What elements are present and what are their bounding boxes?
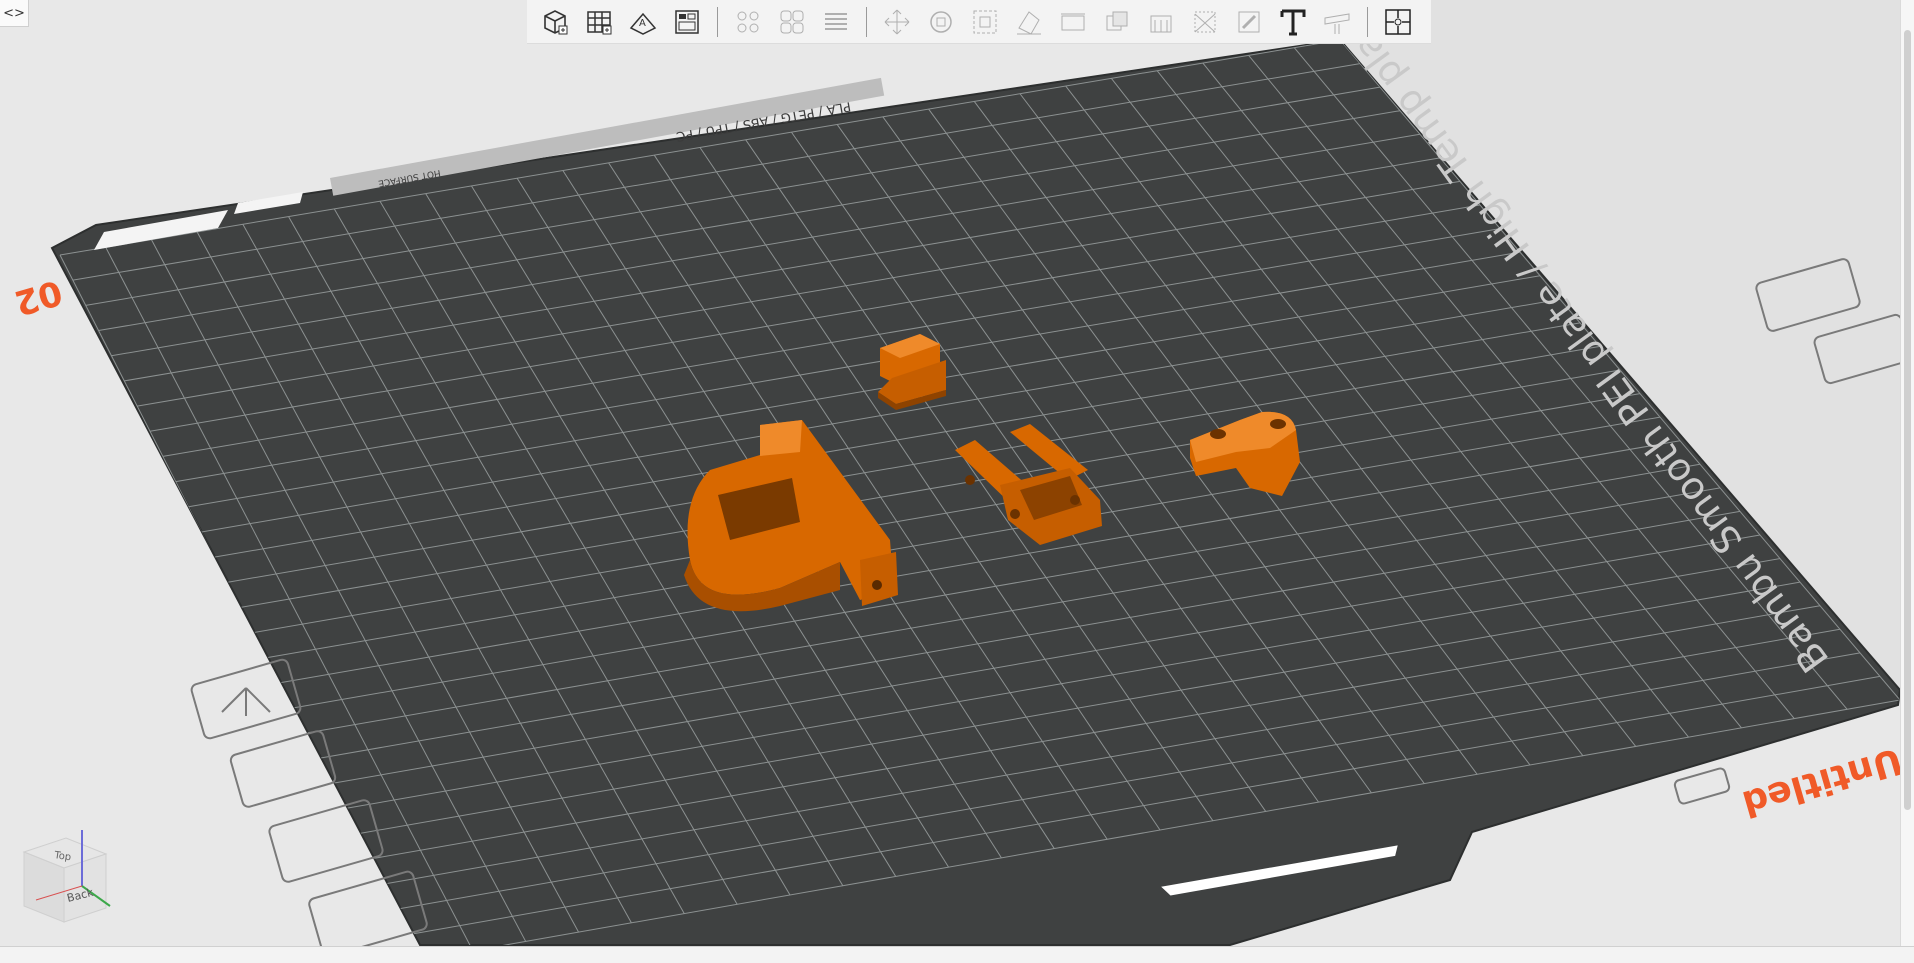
toolbar-separator [866, 6, 867, 37]
add-object-icon [544, 9, 568, 34]
arrange-icon [675, 9, 699, 34]
view-cube[interactable]: Top Back [14, 820, 114, 940]
toolbar-separator [717, 6, 718, 37]
add-object-button[interactable] [537, 4, 573, 40]
assembly-button[interactable] [1380, 4, 1416, 40]
split-objects-button[interactable] [730, 4, 766, 40]
measure-icon [1324, 12, 1350, 34]
assembly-icon [1385, 8, 1411, 35]
rotate-button[interactable] [923, 4, 959, 40]
scroll-thumb[interactable] [1904, 30, 1911, 810]
3d-viewport[interactable]: Bambu Smooth PEI plate / High Temp plate… [0, 0, 1914, 962]
split-objects-icon [737, 11, 759, 32]
seam-paint-icon [1194, 11, 1216, 32]
seam-paint-button[interactable] [1187, 4, 1223, 40]
support-paint-icon [1150, 15, 1172, 32]
auto-orient-button[interactable]: A [625, 4, 661, 40]
arrange-button[interactable] [669, 4, 705, 40]
color-paint-button[interactable] [1231, 4, 1267, 40]
rotate-icon [930, 10, 952, 33]
layers-icon [825, 12, 847, 30]
text-button[interactable] [1275, 4, 1311, 40]
top-toolbar: A [527, 0, 1431, 44]
boolean-button[interactable] [1099, 4, 1135, 40]
boolean-icon [1106, 11, 1128, 30]
measure-button[interactable] [1319, 4, 1355, 40]
split-parts-icon [780, 10, 804, 33]
move-icon [884, 9, 910, 34]
lay-on-face-icon [1017, 10, 1041, 35]
split-parts-button[interactable] [774, 4, 810, 40]
cut-button[interactable] [1055, 4, 1091, 40]
add-plate-button[interactable] [581, 4, 617, 40]
scale-button[interactable] [967, 4, 1003, 40]
move-button[interactable] [879, 4, 915, 40]
cut-icon [1061, 13, 1085, 30]
layers-button[interactable] [818, 4, 854, 40]
add-plate-icon [587, 10, 612, 34]
svg-text:A: A [639, 18, 646, 29]
bottom-status-strip [0, 946, 1914, 963]
right-scrollbar[interactable] [1900, 0, 1914, 946]
model-small-clip[interactable] [878, 334, 946, 410]
support-paint-button[interactable] [1143, 4, 1179, 40]
scale-icon [973, 10, 997, 33]
collapse-sidebar-button[interactable]: <> [0, 0, 29, 27]
auto-orient-icon: A [629, 12, 657, 35]
lay-on-face-button[interactable] [1011, 4, 1047, 40]
color-paint-icon [1238, 11, 1260, 32]
text-icon [1280, 9, 1306, 35]
toolbar-separator [1367, 6, 1368, 37]
